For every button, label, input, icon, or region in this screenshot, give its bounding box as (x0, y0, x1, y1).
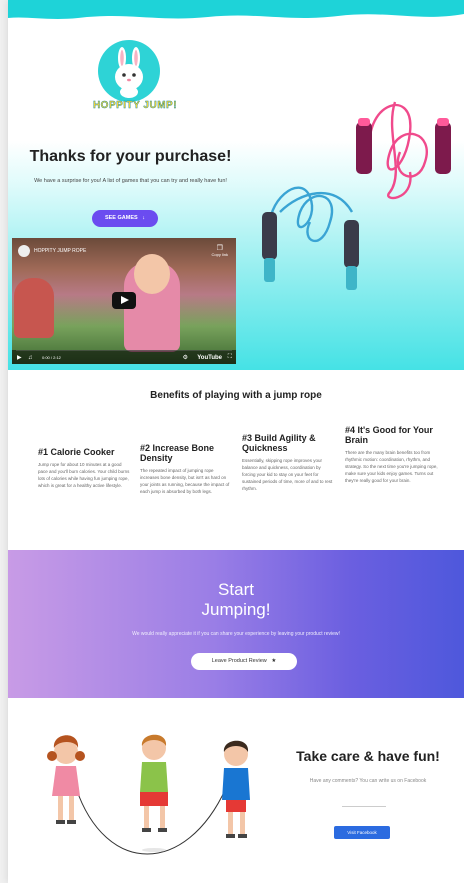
arrow-down-icon: ↓ (139, 215, 146, 221)
cta-title-line: Jumping! (201, 600, 271, 619)
jump-ropes-image (262, 101, 451, 290)
footer-title: Take care & have fun! (296, 748, 440, 764)
play-button[interactable] (112, 292, 136, 309)
video-time: 0:00 / 2:12 (42, 355, 61, 360)
benefit-card: #1 Calorie Cooker Jump rope for about 10… (38, 447, 130, 489)
star-icon: ★ (268, 658, 277, 664)
benefit-heading: #3 Build Agility & Quickness (242, 433, 316, 453)
benefit-heading: #2 Increase Bone Density (140, 443, 215, 463)
benefit-card: #3 Build Agility & Quickness Essentially… (242, 433, 334, 492)
logo-text: HOPPITY JUMP! (92, 100, 178, 111)
youtube-logo[interactable]: YouTube (197, 355, 222, 361)
video-thumbnail-figure (14, 278, 54, 338)
hero-section: HOPPITY JUMP! Thanks for your purchase! … (8, 0, 464, 370)
benefit-heading: #4 It's Good for Your Brain (345, 425, 433, 445)
hero-subtitle: We have a surprise for you! A list of ga… (34, 178, 227, 184)
review-label: Leave Product Review (211, 658, 267, 664)
cta-section: Start Jumping! We would really appreciat… (8, 550, 464, 698)
kids-jumping-illustration (47, 734, 250, 855)
copy-link-label: Copy link (211, 252, 228, 257)
benefit-card: #4 It's Good for Your Brain There are th… (345, 425, 443, 484)
video-title[interactable]: HOPPITY JUMP ROPE (34, 248, 86, 254)
video-controls: ▶ ♫ 0:00 / 2:12 ⚙ YouTube ⛶ (12, 350, 236, 364)
benefit-text: There are the many brain benefits too fr… (345, 450, 438, 483)
page-title: Thanks for your purchase! (29, 148, 232, 165)
divider (342, 806, 386, 807)
logo[interactable]: HOPPITY JUMP! (90, 40, 180, 116)
video-thumbnail-figure (134, 254, 170, 294)
see-games-button[interactable]: SEE GAMES ↓ (92, 210, 158, 227)
footer-subtitle: Have any comments? You can write us on F… (309, 778, 427, 784)
cta-subtitle: We would really appreciate it if you can… (132, 631, 340, 637)
leave-review-button[interactable]: Leave Product Review ★ (191, 653, 297, 670)
benefit-text: Essentially, skipping rope improves your… (242, 458, 333, 491)
landing-page: HOPPITY JUMP! Thanks for your purchase! … (8, 0, 464, 883)
fullscreen-icon[interactable]: ⛶ (228, 354, 232, 361)
settings-icon[interactable]: ⚙ (183, 354, 188, 361)
play-small-icon[interactable]: ▶ (17, 354, 22, 361)
channel-avatar[interactable] (18, 245, 30, 257)
benefit-text: The repeated impact of jumping rope incr… (140, 468, 230, 494)
cta-title: Start Jumping! (8, 580, 464, 620)
bunny-icon (115, 47, 143, 98)
top-wave (8, 0, 464, 19)
copy-link-button[interactable]: ❐ Copy link (212, 244, 228, 257)
logo-badge (98, 40, 160, 102)
benefit-card: #2 Increase Bone Density The repeated im… (140, 443, 232, 495)
see-games-label: SEE GAMES (104, 215, 138, 221)
copy-icon: ❐ (216, 245, 223, 252)
cta-title-line: Start (218, 580, 254, 599)
volume-icon[interactable]: ♫ (28, 355, 33, 361)
benefit-text: Jump rope for about 10 minutes at a good… (38, 462, 130, 488)
benefits-title: Benefits of playing with a jump rope (150, 390, 322, 401)
benefit-heading: #1 Calorie Cooker (38, 447, 115, 457)
video-player[interactable]: HOPPITY JUMP ROPE ❐ Copy link ▶ ♫ 0:00 /… (12, 238, 236, 364)
visit-facebook-button[interactable]: Visit Facebook (334, 826, 390, 839)
